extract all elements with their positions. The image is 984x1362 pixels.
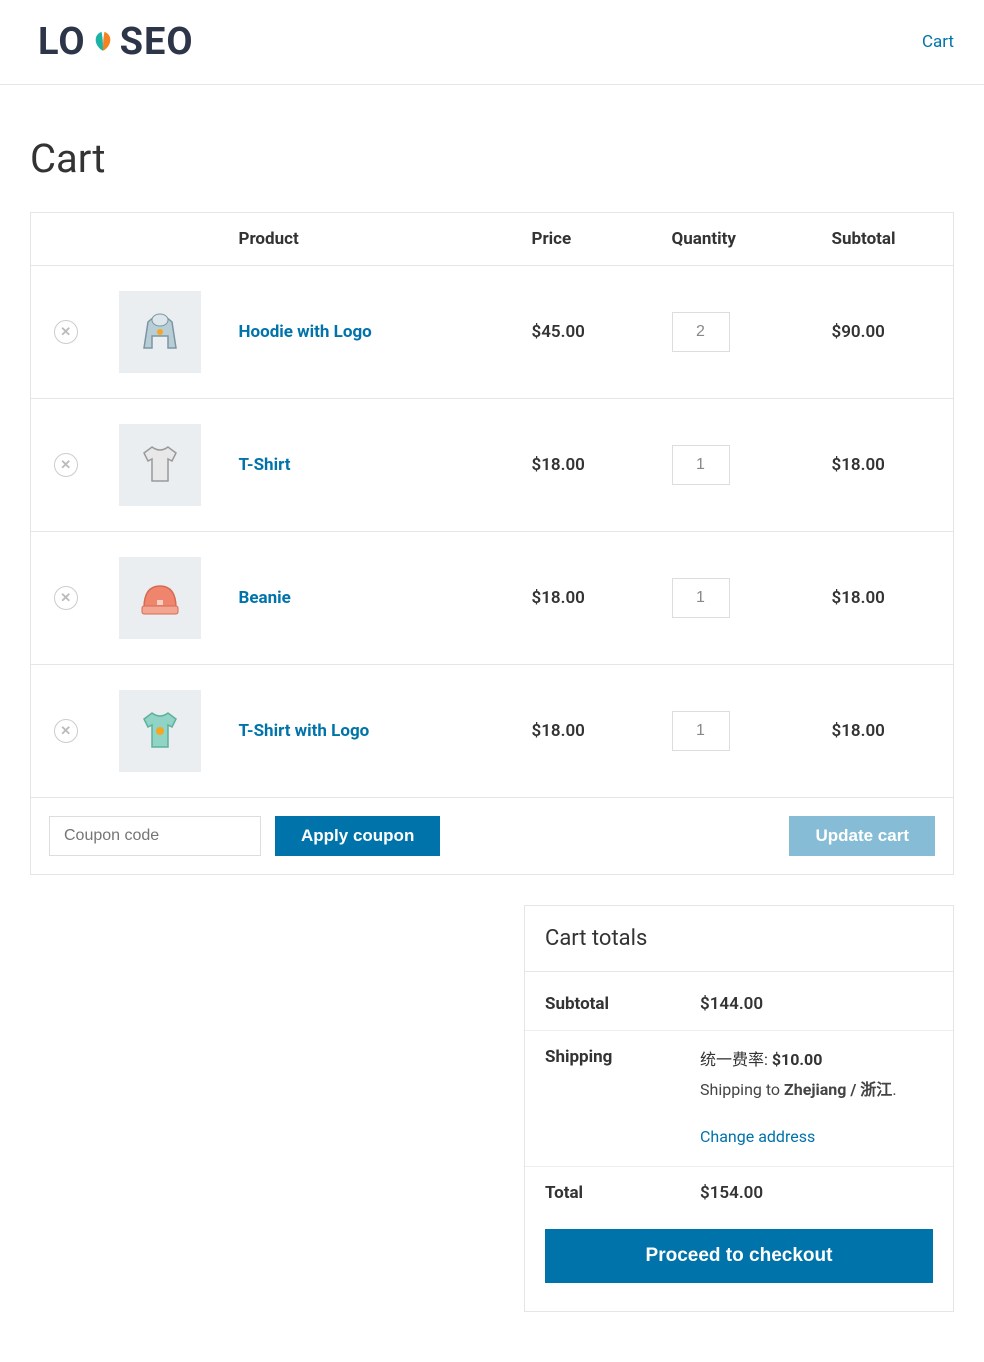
- logo-text-post: SEO: [120, 20, 194, 64]
- logo-leaf-icon: [87, 26, 119, 58]
- cart-totals-panel: Cart totals Subtotal $144.00 Shipping 统一…: [524, 905, 954, 1312]
- table-row: ✕ Hoodie with Logo $45.00 $90.00: [31, 266, 954, 399]
- cart-totals-heading: Cart totals: [525, 906, 953, 972]
- product-subtotal: $18.00: [814, 399, 954, 532]
- subtotal-value: $144.00: [680, 978, 953, 1031]
- remove-item-button[interactable]: ✕: [54, 719, 78, 743]
- quantity-input[interactable]: [672, 711, 730, 751]
- product-name-link[interactable]: Hoodie with Logo: [239, 322, 372, 342]
- subtotal-label: Subtotal: [525, 978, 680, 1031]
- quantity-input[interactable]: [672, 312, 730, 352]
- product-thumbnail[interactable]: [119, 557, 201, 639]
- logo-text-pre: LO: [38, 20, 86, 64]
- product-name-link[interactable]: T-Shirt: [239, 455, 291, 475]
- table-row: ✕ T-Shirt with Logo $18.00 $18.00: [31, 665, 954, 798]
- product-price: $18.00: [514, 399, 654, 532]
- col-header-quantity: Quantity: [654, 213, 814, 266]
- product-price: $45.00: [514, 266, 654, 399]
- shipping-suffix: .: [892, 1080, 896, 1099]
- coupon-input[interactable]: [49, 816, 261, 856]
- shipping-rate-label: 统一费率:: [700, 1050, 772, 1069]
- site-logo[interactable]: LO SEO: [38, 20, 194, 64]
- product-subtotal: $18.00: [814, 532, 954, 665]
- remove-item-button[interactable]: ✕: [54, 586, 78, 610]
- product-thumbnail[interactable]: [119, 424, 201, 506]
- quantity-input[interactable]: [672, 578, 730, 618]
- product-thumbnail[interactable]: [119, 690, 201, 772]
- shipping-label: Shipping: [525, 1031, 680, 1167]
- page-title: Cart: [30, 135, 954, 182]
- product-subtotal: $90.00: [814, 266, 954, 399]
- apply-coupon-button[interactable]: Apply coupon: [275, 816, 440, 856]
- cart-table: Product Price Quantity Subtotal ✕ Hoodie …: [30, 212, 954, 875]
- nav-cart-link[interactable]: Cart: [922, 32, 954, 52]
- col-header-subtotal: Subtotal: [814, 213, 954, 266]
- product-name-link[interactable]: Beanie: [239, 588, 291, 608]
- col-header-price: Price: [514, 213, 654, 266]
- product-name-link[interactable]: T-Shirt with Logo: [239, 721, 370, 741]
- shipping-info: 统一费率: $10.00 Shipping to Zhejiang / 浙江. …: [700, 1047, 933, 1150]
- quantity-input[interactable]: [672, 445, 730, 485]
- table-row: ✕ Beanie $18.00 $18.00: [31, 532, 954, 665]
- product-price: $18.00: [514, 665, 654, 798]
- total-label: Total: [525, 1166, 680, 1219]
- shipping-region: Zhejiang / 浙江: [784, 1080, 892, 1099]
- remove-item-button[interactable]: ✕: [54, 320, 78, 344]
- total-value: $154.00: [680, 1166, 953, 1219]
- change-address-link[interactable]: Change address: [700, 1124, 815, 1150]
- product-price: $18.00: [514, 532, 654, 665]
- product-thumbnail[interactable]: [119, 291, 201, 373]
- update-cart-button[interactable]: Update cart: [789, 816, 935, 856]
- shipping-to-prefix: Shipping to: [700, 1080, 784, 1099]
- col-header-product: Product: [221, 213, 514, 266]
- product-subtotal: $18.00: [814, 665, 954, 798]
- table-row: ✕ T-Shirt $18.00 $18.00: [31, 399, 954, 532]
- proceed-to-checkout-button[interactable]: Proceed to checkout: [545, 1229, 933, 1283]
- shipping-rate-price: $10.00: [772, 1050, 823, 1069]
- remove-item-button[interactable]: ✕: [54, 453, 78, 477]
